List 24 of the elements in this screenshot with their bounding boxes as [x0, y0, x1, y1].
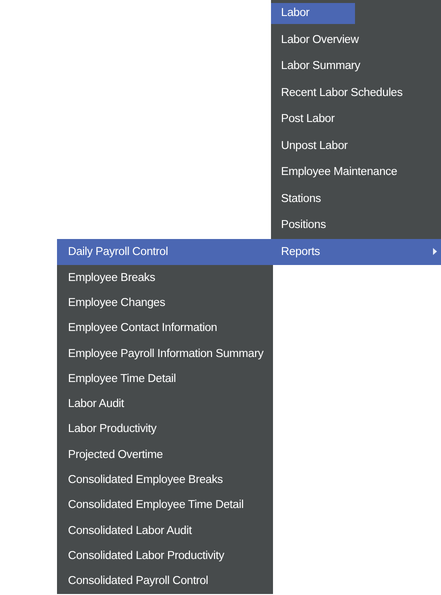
menu-title[interactable]: Labor: [271, 2, 355, 24]
menu-item[interactable]: Post Labor: [271, 106, 441, 132]
submenu-item[interactable]: Employee Changes: [57, 290, 273, 316]
submenu-item[interactable]: Consolidated Labor Audit: [57, 518, 273, 544]
submenu-item[interactable]: Consolidated Payroll Control: [57, 568, 273, 594]
submenu-item[interactable]: Consolidated Labor Productivity: [57, 543, 273, 569]
submenu-item[interactable]: Employee Breaks: [57, 265, 273, 290]
menu-item[interactable]: Positions: [271, 212, 441, 238]
submenu-item[interactable]: Employee Time Detail: [57, 366, 273, 392]
submenu-item[interactable]: Daily Payroll Control: [57, 238, 273, 265]
submenu-item[interactable]: Projected Overtime: [57, 442, 273, 468]
menu-item[interactable]: Stations: [271, 186, 441, 212]
menu-item[interactable]: Unpost Labor: [271, 132, 441, 159]
menu-item[interactable]: Reports: [271, 238, 441, 265]
menu-item[interactable]: Labor Summary: [271, 53, 441, 80]
submenu-item[interactable]: Consolidated Employee Time Detail: [57, 492, 273, 518]
submenu-item[interactable]: Consolidated Employee Breaks: [57, 467, 273, 493]
submenu-item[interactable]: Employee Contact Information: [57, 316, 273, 341]
menu-item[interactable]: Employee Maintenance: [271, 159, 441, 186]
menu-item[interactable]: Labor Overview: [271, 26, 441, 53]
submenu-item[interactable]: Labor Audit: [57, 391, 273, 417]
menu-item[interactable]: Recent Labor Schedules: [271, 80, 441, 106]
submenu-item[interactable]: Labor Productivity: [57, 416, 273, 442]
submenu-item[interactable]: Employee Payroll Information Summary: [57, 340, 273, 366]
